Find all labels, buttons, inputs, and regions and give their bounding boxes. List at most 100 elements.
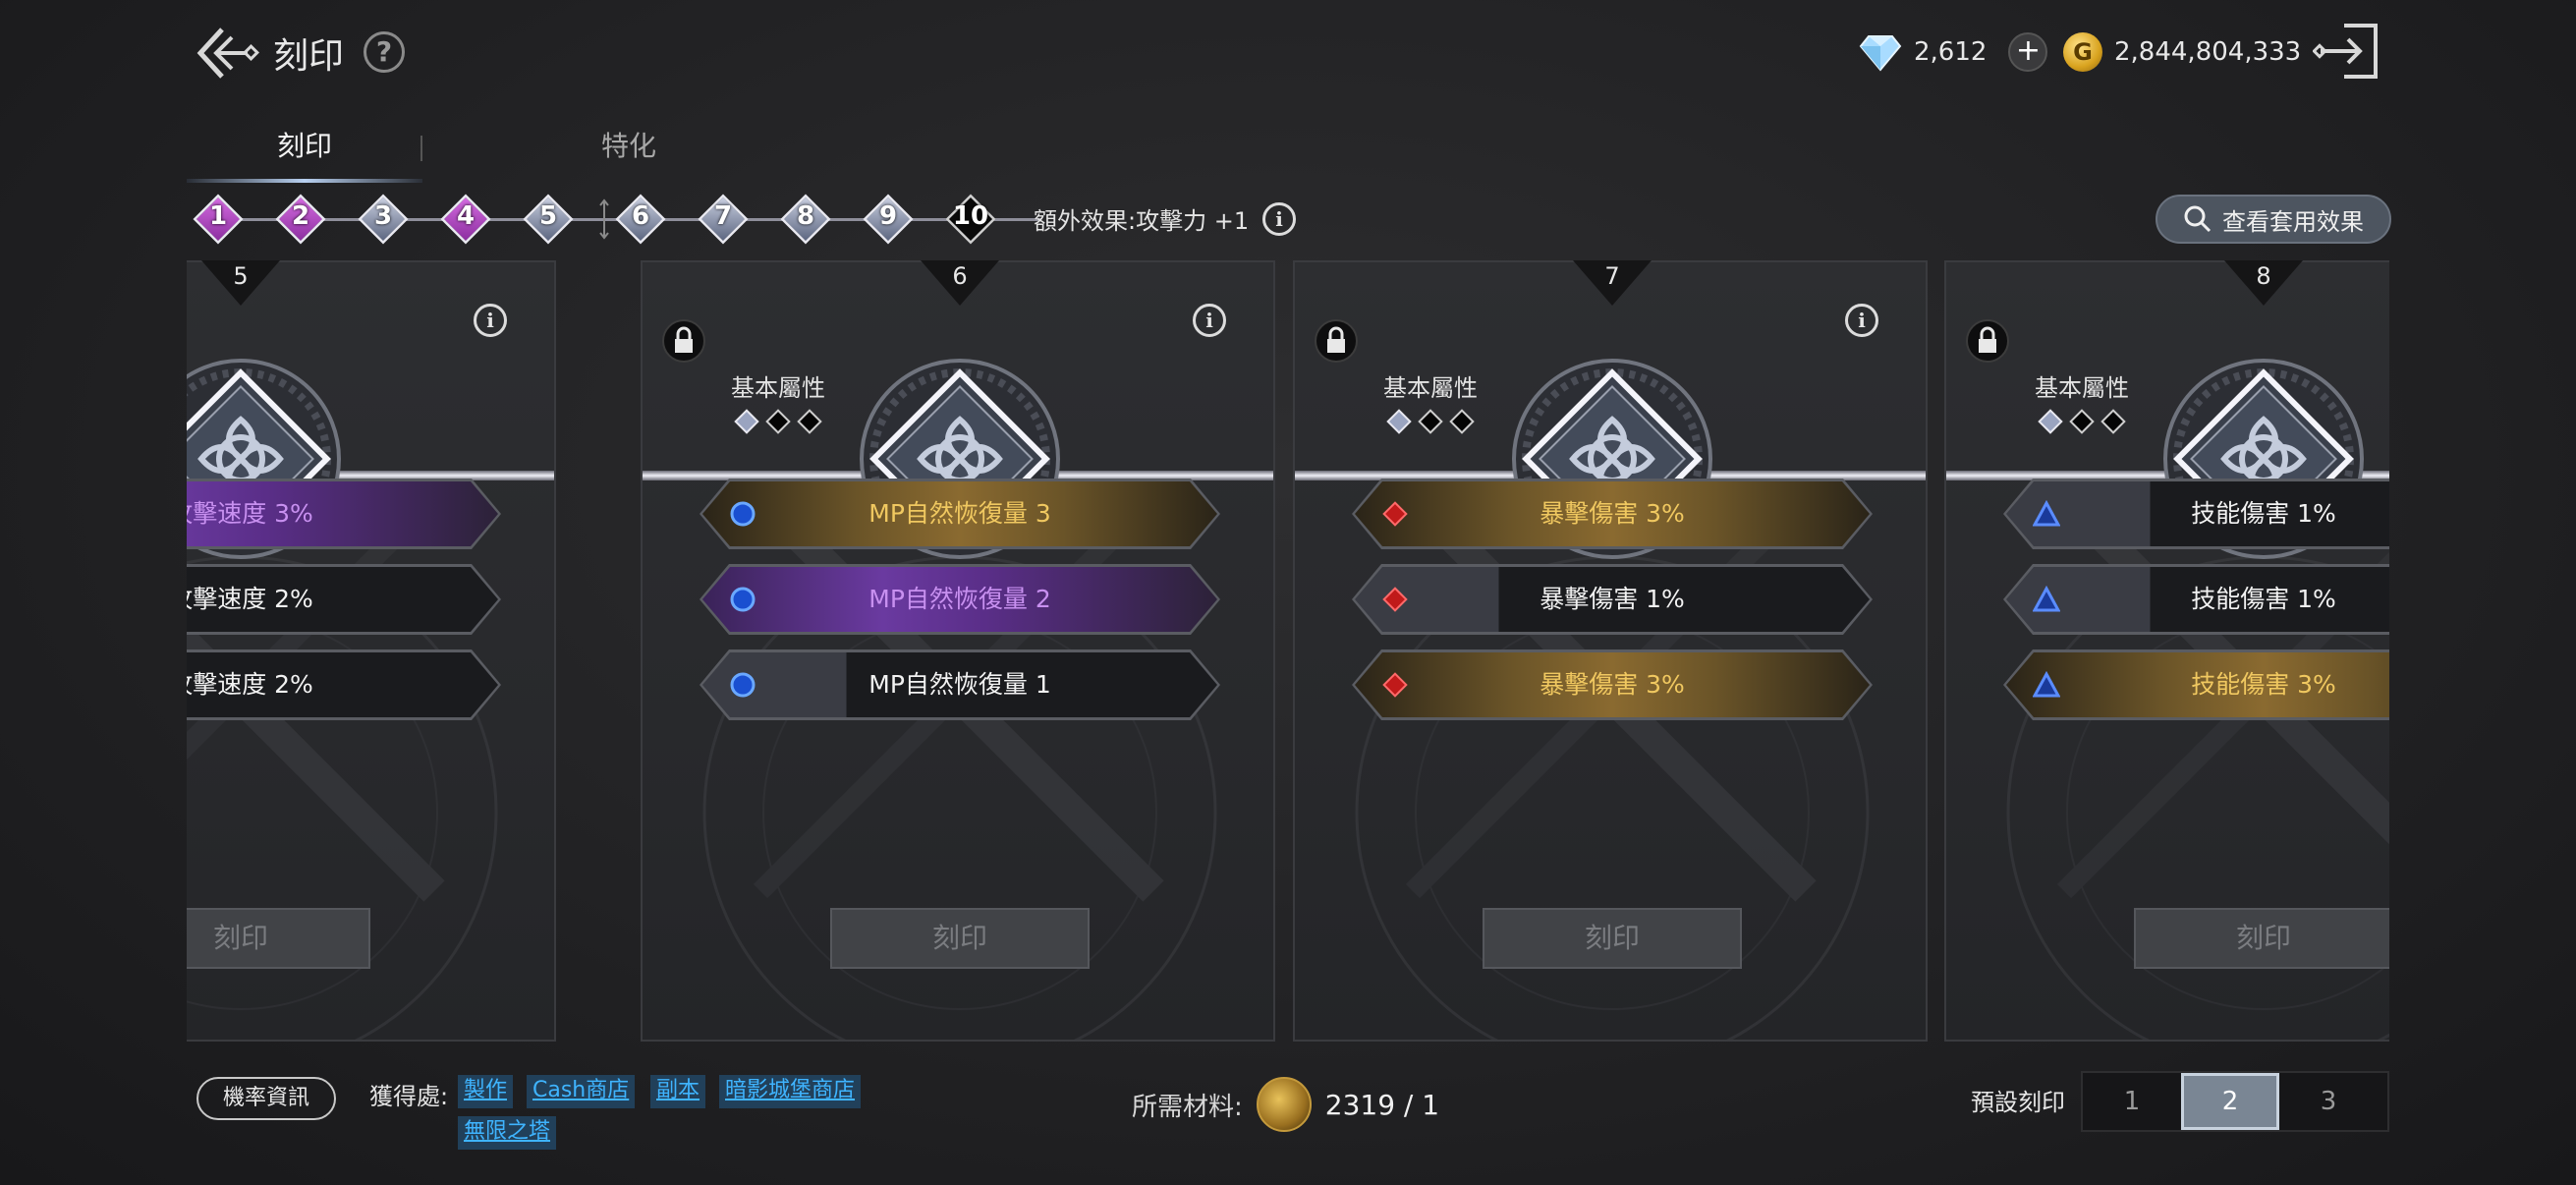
obtain-label: 獲得處: — [369, 1083, 449, 1110]
engrave-slot-2[interactable]: 技能傷害 1% — [2003, 564, 2389, 635]
gem-empty-icon — [763, 407, 793, 436]
obtain-link-shadow-castle-shop[interactable]: 暗影城堡商店 — [719, 1075, 862, 1108]
slot-stat-text: 攻擊速度 3% — [187, 499, 313, 528]
level-node-6[interactable]: 6 — [615, 194, 666, 245]
level-number: 3 — [373, 201, 393, 231]
preset-option-1[interactable]: 1 — [2083, 1073, 2181, 1130]
tab-specialize[interactable]: 特化 — [511, 128, 747, 183]
slot-stat-text: MP自然恢復量 2 — [868, 585, 1051, 613]
engrave-slot-1[interactable]: 暴擊傷害 3% — [1352, 479, 1873, 549]
tab-engrave[interactable]: 刻印 — [187, 128, 422, 183]
preset-option-2[interactable]: 2 — [2181, 1073, 2279, 1130]
slot-stat-text: 暴擊傷害 3% — [1540, 499, 1685, 528]
obtain-link-infinite-tower[interactable]: 無限之塔 — [458, 1116, 557, 1150]
level-node-7[interactable]: 7 — [698, 194, 749, 245]
level-path: 1 2 3 4 5 6 7 8 9 10 — [187, 190, 1071, 249]
engrave-button[interactable]: 刻印 — [1483, 908, 1742, 969]
engrave-stone-icon — [1256, 1077, 1312, 1132]
engrave-cards: 5 i 攻擊速度 3% 攻擊速度 2% 攻擊速度 2% 刻印 6 i 基本屬性 MP自然恢復量 3… — [187, 260, 2389, 1044]
engrave-slot-2[interactable]: 暴擊傷害 1% — [1352, 564, 1873, 635]
extra-effect-text: 額外效果:攻擊力 +1 — [1034, 207, 1250, 235]
gem-filled-icon — [2036, 407, 2065, 436]
card-info-icon[interactable]: i — [1845, 304, 1878, 337]
slot-stat-text: 暴擊傷害 3% — [1540, 670, 1685, 699]
required-materials: 所需材料: 2319 / 1 — [1132, 1077, 1439, 1132]
obtain-link-cash-shop[interactable]: Cash商店 — [527, 1075, 636, 1108]
engrave-slot-3[interactable]: 技能傷害 3% — [2003, 649, 2389, 720]
engrave-slot-3[interactable]: 攻擊速度 2% — [187, 649, 501, 720]
gem-currency: 2,612 + — [1859, 29, 2048, 75]
base-attribute-label: 基本屬性 — [1383, 374, 1478, 402]
engrave-slot-2[interactable]: MP自然恢復量 2 — [700, 564, 1220, 635]
lock-icon — [1966, 319, 2009, 363]
level-number: 1 — [208, 201, 228, 231]
level-node-2[interactable]: 2 — [275, 194, 326, 245]
card-number: 5 — [233, 262, 249, 290]
engrave-slot-2[interactable]: 攻擊速度 2% — [187, 564, 501, 635]
add-gems-button[interactable]: + — [2008, 32, 2048, 72]
slot-stat-text: 攻擊速度 2% — [187, 670, 313, 699]
engrave-slot-1[interactable]: 攻擊速度 3% — [187, 479, 501, 549]
level-node-10[interactable]: 10 — [945, 194, 996, 245]
level-number: 6 — [631, 201, 650, 231]
gold-coin-icon: G — [2063, 32, 2102, 72]
base-attribute-gems — [1372, 407, 1489, 436]
gem-count: 2,612 — [1914, 37, 1988, 67]
slot-stat-text: MP自然恢復量 1 — [868, 670, 1051, 699]
level-node-9[interactable]: 9 — [863, 194, 914, 245]
card-info-icon[interactable]: i — [1193, 304, 1226, 337]
gem-filled-icon — [1384, 407, 1414, 436]
materials-label: 所需材料: — [1132, 1092, 1243, 1122]
gem-empty-icon — [1416, 407, 1445, 436]
gold-count: 2,844,804,333 — [2114, 37, 2302, 67]
slot-stat-text: 攻擊速度 2% — [187, 585, 313, 613]
engrave-button[interactable]: 刻印 — [187, 908, 370, 969]
engrave-slot-3[interactable]: MP自然恢復量 1 — [700, 649, 1220, 720]
tab-divider — [420, 136, 422, 161]
level-number: 9 — [878, 201, 898, 231]
engrave-button[interactable]: 刻印 — [830, 908, 1090, 969]
engrave-card-5: 5 i 攻擊速度 3% 攻擊速度 2% 攻擊速度 2% 刻印 — [187, 260, 556, 1042]
help-icon[interactable]: ? — [364, 31, 405, 73]
diamond-icon — [1859, 35, 1902, 72]
slot-stat-text: 技能傷害 1% — [2191, 585, 2336, 613]
card-number: 8 — [2256, 262, 2271, 290]
gem-empty-icon — [1447, 407, 1477, 436]
level-divider-icon — [597, 198, 611, 241]
view-effects-label: 查看套用效果 — [2222, 207, 2364, 236]
engrave-slot-1[interactable]: MP自然恢復量 3 — [700, 479, 1220, 549]
info-icon[interactable]: i — [1262, 201, 1297, 236]
obtain-link-craft[interactable]: 製作 — [458, 1075, 514, 1108]
engrave-slot-3[interactable]: 暴擊傷害 3% — [1352, 649, 1873, 720]
level-node-5[interactable]: 5 — [523, 194, 574, 245]
level-number: 10 — [952, 201, 989, 231]
exit-icon[interactable] — [2312, 20, 2381, 83]
tab-bar: 刻印 特化 — [187, 128, 756, 187]
bottom-bar: 機率資訊 獲得處: 製作 Cash商店 副本 暗影城堡商店 無限之塔 所需材料:… — [0, 1049, 2576, 1185]
materials-count: 2319 / 1 — [1324, 1088, 1440, 1121]
gem-empty-icon — [795, 407, 824, 436]
engrave-slot-1[interactable]: 技能傷害 1% — [2003, 479, 2389, 549]
level-node-4[interactable]: 4 — [440, 194, 491, 245]
lock-icon — [1315, 319, 1358, 363]
slot-stat-text: MP自然恢復量 3 — [868, 499, 1051, 528]
base-attribute-gems — [2023, 407, 2141, 436]
obtain-link-dungeon[interactable]: 副本 — [650, 1075, 706, 1108]
level-node-8[interactable]: 8 — [780, 194, 831, 245]
level-number: 4 — [456, 201, 476, 231]
engrave-button[interactable]: 刻印 — [2134, 908, 2389, 969]
preset-option-3[interactable]: 3 — [2279, 1073, 2378, 1130]
slot-stat-text: 暴擊傷害 1% — [1540, 585, 1685, 613]
gem-empty-icon — [2099, 407, 2128, 436]
probability-info-button[interactable]: 機率資訊 — [196, 1077, 336, 1120]
base-attribute-gems — [719, 407, 837, 436]
card-info-icon[interactable]: i — [474, 304, 507, 337]
level-node-3[interactable]: 3 — [358, 194, 409, 245]
preset-label: 預設刻印 — [1971, 1089, 2065, 1116]
extra-effect: 額外效果:攻擊力 +1 i — [1034, 201, 1297, 236]
level-node-1[interactable]: 1 — [193, 194, 244, 245]
card-number: 6 — [952, 262, 968, 290]
level-number: 8 — [796, 201, 815, 231]
back-arrow-icon[interactable] — [193, 20, 261, 88]
view-effects-button[interactable]: 查看套用效果 — [2156, 195, 2391, 244]
